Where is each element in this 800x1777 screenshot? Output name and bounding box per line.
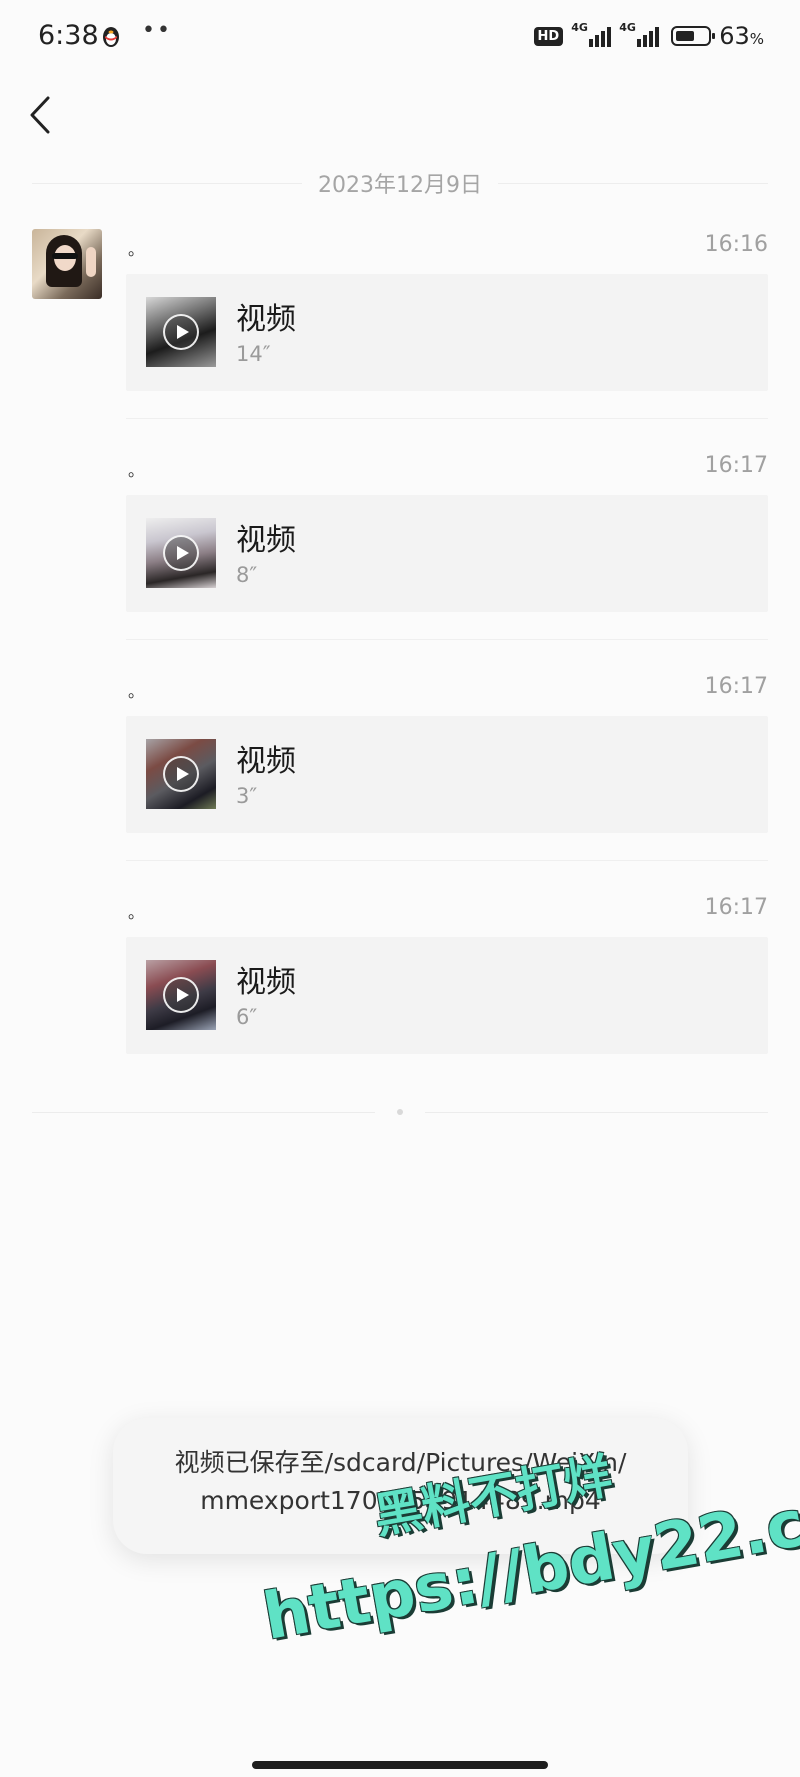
- hd-voice-icon: HD: [533, 26, 564, 46]
- message-item: 。 16:17 视频 3″: [126, 674, 768, 834]
- message-item: 。 16:17 视频 6″: [126, 895, 768, 1055]
- message-text: 。: [128, 903, 145, 922]
- battery-icon: [671, 26, 716, 46]
- video-thumbnail[interactable]: [146, 518, 216, 588]
- message-item: 。 16:16 视频 14″: [126, 232, 768, 392]
- end-of-list-separator: [32, 1106, 768, 1118]
- message-time: 16:17: [704, 895, 768, 920]
- play-icon: [163, 756, 199, 792]
- status-bar: 6:38 •• HD 4G 4G 63%: [0, 0, 800, 72]
- qq-penguin-icon: [103, 27, 119, 47]
- divider: [32, 182, 303, 184]
- play-icon: [163, 977, 199, 1013]
- video-duration: 6″: [236, 1005, 258, 1029]
- battery-percent: 63%: [719, 22, 764, 50]
- status-time: 6:38: [38, 20, 99, 51]
- date-label: 2023年12月9日: [318, 173, 482, 198]
- message-time: 16:17: [704, 453, 768, 478]
- back-chevron-icon[interactable]: [22, 90, 62, 140]
- divider: [126, 418, 768, 419]
- video-title: 视频: [236, 965, 296, 1000]
- end-dot-icon: [397, 1109, 403, 1115]
- video-thumbnail[interactable]: [146, 960, 216, 1030]
- divider: [126, 860, 768, 861]
- video-card[interactable]: 视频 8″: [126, 495, 768, 612]
- video-thumbnail[interactable]: [146, 739, 216, 809]
- divider: [425, 1111, 768, 1113]
- message-time: 16:16: [704, 232, 768, 257]
- video-title: 视频: [236, 302, 296, 337]
- video-duration: 3″: [236, 784, 258, 808]
- video-card[interactable]: 视频 3″: [126, 716, 768, 833]
- message-text: 。: [128, 240, 145, 259]
- signal-icon: 4G: [571, 21, 612, 47]
- message-item: 。 16:17 视频 8″: [126, 453, 768, 613]
- divider: [32, 1111, 375, 1113]
- video-card[interactable]: 视频 14″: [126, 274, 768, 391]
- avatar[interactable]: [32, 229, 102, 299]
- date-separator: 2023年12月9日: [32, 168, 769, 198]
- video-thumbnail[interactable]: [146, 297, 216, 367]
- message-text: 。: [128, 682, 145, 701]
- video-duration: 14″: [236, 342, 271, 366]
- message-time: 16:17: [704, 674, 768, 699]
- message-text: 。: [128, 461, 145, 480]
- video-title: 视频: [236, 744, 296, 779]
- divider: [498, 182, 769, 184]
- signal-icon-2: 4G: [619, 21, 660, 47]
- divider: [126, 639, 768, 640]
- more-notifications-icon: ••: [142, 18, 172, 43]
- video-card[interactable]: 视频 6″: [126, 937, 768, 1054]
- home-indicator[interactable]: [252, 1761, 548, 1769]
- video-duration: 8″: [236, 563, 258, 587]
- video-title: 视频: [236, 523, 296, 558]
- play-icon: [163, 535, 199, 571]
- play-icon: [163, 314, 199, 350]
